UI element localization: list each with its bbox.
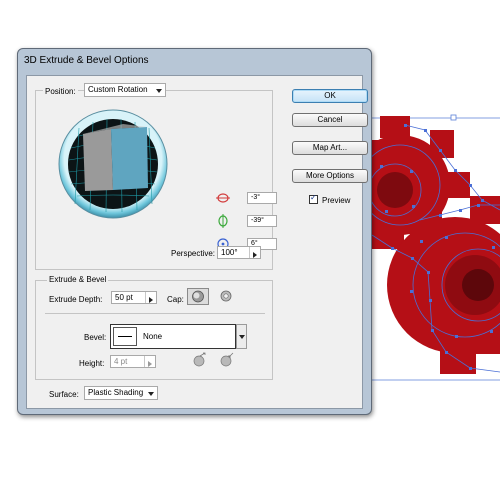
surface-dropdown[interactable]: Plastic Shading (84, 386, 158, 400)
surface-dropdown-value: Plastic Shading (88, 388, 144, 397)
height-field[interactable]: 4 pt (110, 355, 156, 368)
height-slider-button[interactable] (144, 356, 155, 367)
chevron-down-icon (148, 392, 154, 396)
extrude-depth-field[interactable]: 50 pt (111, 291, 157, 304)
surface-label: Surface: (49, 390, 79, 399)
y-rotation-field[interactable]: -39° (247, 215, 277, 227)
extrude-depth-label: Extrude Depth: (49, 295, 103, 304)
height-label: Height: (79, 359, 105, 368)
preview-label: Preview (322, 196, 351, 205)
extrude-depth-value: 50 pt (115, 293, 133, 302)
gear-artwork (350, 114, 500, 381)
rotation-track-cube[interactable] (57, 108, 169, 220)
x-rotation-field[interactable]: -3° (247, 192, 277, 204)
position-dropdown[interactable]: Custom Rotation (84, 83, 166, 97)
position-label: Position: (43, 87, 78, 96)
cap-label: Cap: (167, 295, 184, 304)
perspective-value: 100° (221, 248, 238, 257)
cap-on-button[interactable] (187, 288, 209, 305)
bevel-divider (45, 313, 265, 314)
cancel-button[interactable]: Cancel (292, 113, 368, 127)
cap-off-icon[interactable] (219, 289, 233, 303)
perspective-field[interactable]: 100° (217, 246, 261, 259)
chevron-right-icon (253, 252, 257, 258)
extrude-depth-slider-button[interactable] (145, 292, 156, 303)
preview-checkbox[interactable]: ✓ (309, 193, 318, 204)
bevel-dropdown[interactable]: None (110, 324, 236, 349)
position-dropdown-value: Custom Rotation (88, 85, 148, 94)
bevel-dropdown-button[interactable] (236, 324, 247, 349)
extrude-bevel-dialog: 3D Extrude & Bevel Options Position: Cus… (17, 48, 372, 415)
dialog-body: Position: Custom Rotation -3° -39° 6° Pe… (26, 75, 368, 409)
extrude-bevel-section-title: Extrude & Bevel (47, 275, 109, 284)
perspective-slider-button[interactable] (249, 247, 260, 258)
cap-on-icon (192, 290, 204, 303)
height-value: 4 pt (114, 357, 128, 366)
chevron-down-icon (239, 335, 245, 339)
bevel-label: Bevel: (84, 333, 107, 342)
x-axis-rotation-icon (216, 193, 230, 203)
more-options-button[interactable]: More Options (292, 169, 368, 183)
chevron-down-icon (156, 89, 162, 93)
ok-button[interactable]: OK (292, 89, 368, 103)
chevron-right-icon (148, 361, 152, 367)
bevel-extent-out-icon[interactable] (191, 352, 207, 368)
perspective-label: Perspective: (171, 249, 216, 258)
checkmark-icon: ✓ (310, 193, 317, 202)
y-axis-rotation-icon (218, 214, 228, 228)
dialog-title: 3D Extrude & Bevel Options (24, 55, 149, 66)
bevel-preview-swatch (113, 327, 137, 346)
bevel-extent-in-icon[interactable] (219, 352, 235, 368)
bevel-value: None (143, 332, 163, 341)
chevron-right-icon (149, 297, 153, 303)
map-art-button[interactable]: Map Art... (292, 141, 368, 155)
